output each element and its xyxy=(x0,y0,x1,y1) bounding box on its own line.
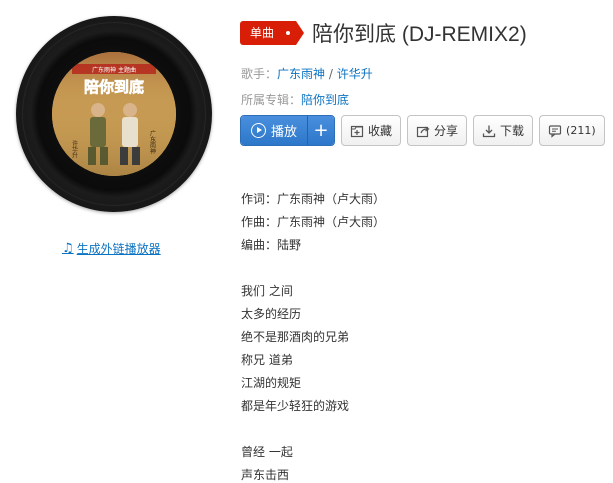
album-link[interactable]: 陪你到底 xyxy=(301,93,349,107)
badge-dot-icon xyxy=(286,31,291,35)
download-label: 下载 xyxy=(500,124,525,138)
play-circle-icon xyxy=(250,123,266,138)
album-cover-art: 广东雨神 主题曲 陪你到底 许华升 广东雨神 xyxy=(52,52,176,176)
lyrics-credit-line: 作曲：广东雨神（卢大雨） xyxy=(241,215,386,229)
download-button[interactable]: 下载 xyxy=(473,115,534,146)
singer-link-1[interactable]: 广东雨神 xyxy=(277,67,325,81)
svg-text:广东雨神: 广东雨神 xyxy=(149,129,156,155)
play-group: 播放 + xyxy=(240,115,335,146)
share-icon xyxy=(416,126,430,137)
album-cover[interactable]: 广东雨神 主题曲 陪你到底 许华升 广东雨神 xyxy=(52,52,176,176)
comment-count: (211) xyxy=(566,124,596,137)
lyrics-credit-line: 编曲：陆野 xyxy=(241,238,302,252)
generate-external-player-link[interactable]: ♫ 生成外链播放器 xyxy=(62,240,161,257)
lyrics-spacer xyxy=(241,257,385,280)
lyrics-line: 都是年少轻狂的游戏 xyxy=(241,399,350,413)
comment-button[interactable]: (211) xyxy=(539,115,605,146)
download-icon xyxy=(482,125,496,137)
svg-text:许华升: 许华升 xyxy=(71,139,78,159)
lyrics-line: 太多的经历 xyxy=(241,307,302,321)
singer-label: 歌手： xyxy=(241,67,278,81)
plus-icon: + xyxy=(313,120,329,141)
single-badge-label: 单曲 xyxy=(250,26,275,40)
album-disc: 广东雨神 主题曲 陪你到底 许华升 广东雨神 xyxy=(16,16,212,212)
song-header: 单曲 陪你到底 (DJ-REMIX2) xyxy=(240,18,527,48)
add-to-playlist-button[interactable]: + xyxy=(307,116,334,145)
svg-text:广东雨神 主题曲: 广东雨神 主题曲 xyxy=(92,66,136,74)
share-label: 分享 xyxy=(434,124,459,138)
album-label: 所属专辑： xyxy=(241,93,302,107)
svg-text:陪你到底: 陪你到底 xyxy=(84,78,144,96)
lyrics-line: 绝不是那酒肉的兄弟 xyxy=(241,330,350,344)
singer-separator: / xyxy=(325,67,337,81)
lyrics-line: 我们 之间 xyxy=(241,284,293,298)
collect-label: 收藏 xyxy=(368,124,393,138)
lyrics-panel: 作词：广东雨神（卢大雨） 作曲：广东雨神（卢大雨） 编曲：陆野 我们 之间 太多… xyxy=(241,188,385,483)
singer-row: 歌手：广东雨神 / 许华升 xyxy=(241,65,373,82)
lyrics-spacer xyxy=(241,418,385,441)
collect-icon xyxy=(350,125,364,137)
album-row: 所属专辑：陪你到底 xyxy=(241,91,349,108)
play-label: 播放 xyxy=(270,125,297,140)
external-player-label: 生成外链播放器 xyxy=(76,242,161,256)
single-badge: 单曲 xyxy=(240,21,305,45)
action-toolbar: 播放 + 收藏 分享 下载 (211) xyxy=(240,115,605,146)
comment-icon xyxy=(548,124,562,138)
song-title: 陪你到底 (DJ-REMIX2) xyxy=(312,23,527,46)
collect-button[interactable]: 收藏 xyxy=(341,115,402,146)
music-note-icon: ♫ xyxy=(62,241,74,256)
lyrics-line: 声东击西 xyxy=(241,468,290,482)
share-button[interactable]: 分享 xyxy=(407,115,468,146)
lyrics-credit-line: 作词：广东雨神（卢大雨） xyxy=(241,192,386,206)
lyrics-line: 曾经 一起 xyxy=(241,445,293,459)
lyrics-line: 称兄 道弟 xyxy=(241,353,293,367)
play-button[interactable]: 播放 xyxy=(241,116,307,145)
singer-link-2[interactable]: 许华升 xyxy=(337,67,373,81)
lyrics-line: 江湖的规矩 xyxy=(241,376,302,390)
